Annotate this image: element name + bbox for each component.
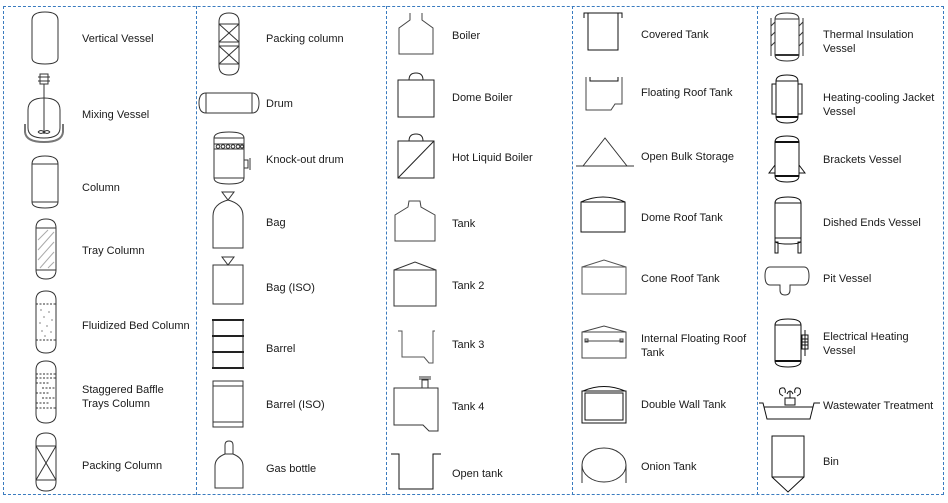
label-heating-cooling-jacket-vessel: Heating-cooling Jacket Vessel xyxy=(823,92,935,118)
label-hot-liquid-boiler: Hot Liquid Boiler xyxy=(452,152,533,164)
column-icon xyxy=(30,154,60,210)
label-floating-roof-tank: Floating Roof Tank xyxy=(641,87,733,99)
label-boiler: Boiler xyxy=(452,30,481,42)
bag-icon xyxy=(212,190,244,250)
label-wastewater-treatment: Wastewater Treatment xyxy=(823,400,934,412)
label-dished-ends-vessel: Dished Ends Vessel xyxy=(823,217,921,229)
barrel-icon xyxy=(212,318,244,370)
label-bin: Bin xyxy=(823,456,839,468)
double-wall-tank-icon xyxy=(581,384,627,424)
covered-tank-icon xyxy=(583,12,623,52)
mixing-vessel-icon xyxy=(24,72,64,142)
label-bag-iso: Bag (ISO) xyxy=(266,282,315,294)
dome-boiler-icon xyxy=(397,72,435,118)
gas-bottle-icon xyxy=(214,440,244,490)
label-open-tank: Open tank xyxy=(452,468,503,480)
label-onion-tank: Onion Tank xyxy=(641,461,697,473)
label-dome-boiler: Dome Boiler xyxy=(452,92,513,104)
dished-ends-vessel-icon xyxy=(773,196,803,254)
label-fluidized-bed-column: Fluidized Bed Column xyxy=(82,320,190,332)
label-barrel: Barrel xyxy=(266,343,296,355)
electrical-heating-vessel-icon xyxy=(773,318,813,368)
column-divider xyxy=(386,6,387,495)
label-bag: Bag xyxy=(266,217,286,229)
tank-icon xyxy=(394,199,436,243)
boiler-icon xyxy=(397,12,435,56)
open-bulk-storage-icon xyxy=(575,136,635,168)
packing-column-icon xyxy=(35,432,57,492)
heating-cooling-jacket-vessel-icon xyxy=(771,74,803,124)
label-internal-floating-roof-tank: Internal Floating Roof Tank xyxy=(641,333,747,359)
label-tray-column: Tray Column xyxy=(82,245,145,257)
label-tank-2: Tank 2 xyxy=(452,280,485,292)
label-dome-roof-tank: Dome Roof Tank xyxy=(641,212,723,224)
hot-liquid-boiler-icon xyxy=(397,133,435,179)
tray-column-icon xyxy=(35,218,57,280)
thermal-insulation-vessel-icon xyxy=(770,12,804,62)
label-mixing-vessel: Mixing Vessel xyxy=(82,109,150,121)
wastewater-treatment-icon xyxy=(758,386,822,422)
label-column: Column xyxy=(82,182,120,194)
label-brackets-vessel: Brackets Vessel xyxy=(823,154,902,166)
label-covered-tank: Covered Tank xyxy=(641,29,709,41)
label-open-bulk-storage: Open Bulk Storage xyxy=(641,151,734,163)
column-divider xyxy=(196,6,197,495)
open-tank-icon xyxy=(390,453,442,491)
knock-out-drum-icon xyxy=(212,130,252,186)
label-tank-4: Tank 4 xyxy=(452,401,485,413)
packing-column-double-icon xyxy=(218,12,240,76)
label-packing-column-2: Packing column xyxy=(266,33,344,45)
label-cone-roof-tank: Cone Roof Tank xyxy=(641,273,720,285)
internal-floating-roof-tank-icon xyxy=(581,325,627,359)
label-tank-3: Tank 3 xyxy=(452,339,485,351)
label-drum: Drum xyxy=(266,98,293,110)
brackets-vessel-icon xyxy=(768,135,806,183)
vertical-vessel-icon xyxy=(30,10,60,66)
fluidized-bed-column-icon xyxy=(35,290,57,354)
pit-vessel-icon xyxy=(764,266,810,296)
staggered-baffle-trays-column-icon xyxy=(35,360,57,424)
cone-roof-tank-icon xyxy=(581,259,627,295)
bin-icon xyxy=(771,435,805,493)
label-staggered-baffle-trays-column: Staggered Baffle Trays Column xyxy=(82,384,164,410)
barrel-iso-icon xyxy=(212,380,244,428)
tank-3-icon xyxy=(397,329,435,365)
label-packing-column: Packing Column xyxy=(82,460,163,472)
bag-iso-icon xyxy=(212,256,244,306)
drum-icon xyxy=(198,92,260,114)
column-divider xyxy=(572,6,573,495)
label-electrical-heating-vessel: Electrical Heating Vessel xyxy=(823,331,909,357)
label-pit-vessel: Pit Vessel xyxy=(823,273,872,285)
floating-roof-tank-icon xyxy=(585,76,623,112)
onion-tank-icon xyxy=(580,446,628,484)
label-tank: Tank xyxy=(452,218,476,230)
tank-4-icon xyxy=(393,375,439,433)
label-barrel-iso: Barrel (ISO) xyxy=(266,399,325,411)
label-vertical-vessel: Vertical Vessel xyxy=(82,33,154,45)
label-double-wall-tank: Double Wall Tank xyxy=(641,399,726,411)
label-thermal-insulation-vessel: Thermal Insulation Vessel xyxy=(823,29,914,55)
dome-roof-tank-icon xyxy=(580,195,626,233)
label-knock-out-drum: Knock-out drum xyxy=(266,154,344,166)
label-gas-bottle: Gas bottle xyxy=(266,463,317,475)
tank-2-icon xyxy=(393,261,437,307)
